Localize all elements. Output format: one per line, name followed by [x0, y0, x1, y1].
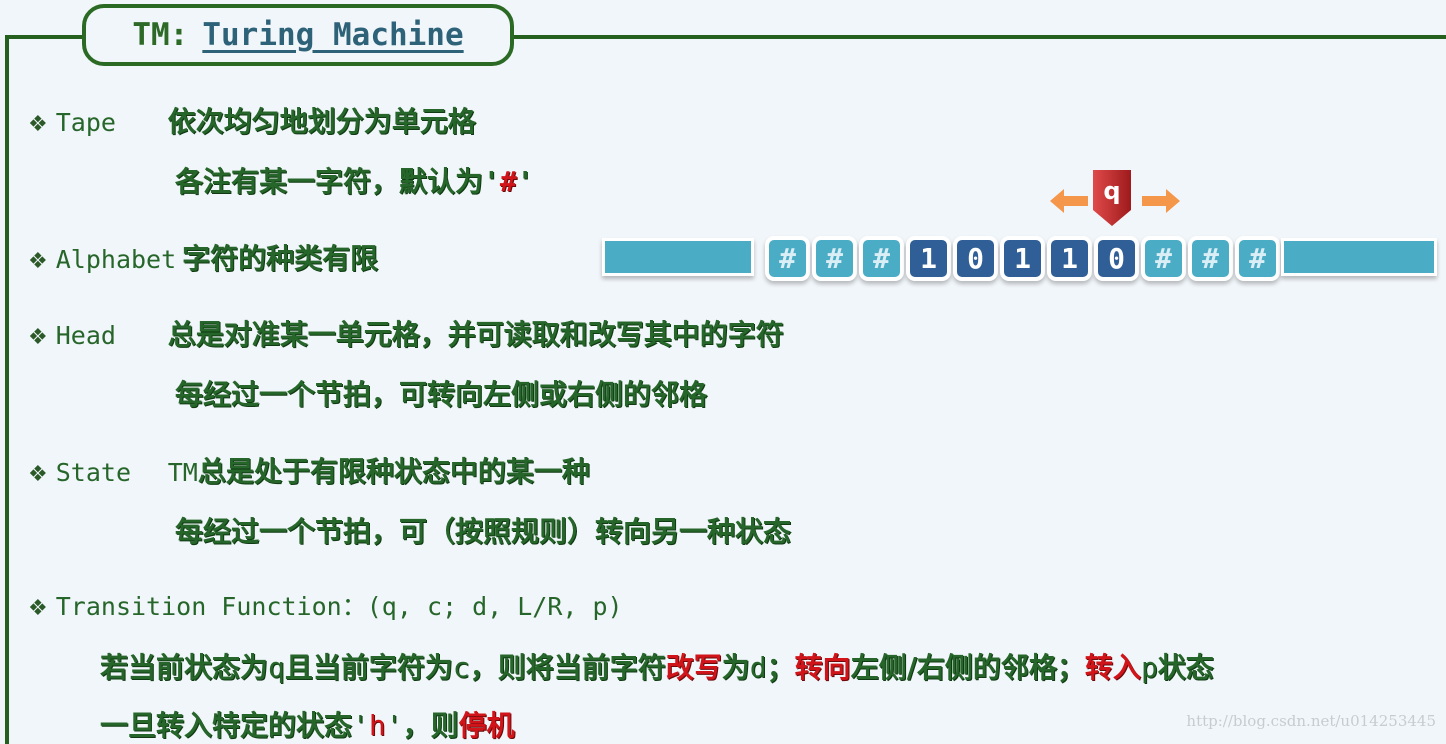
transition-text: ': [385, 709, 403, 742]
term-state: State: [55, 458, 131, 487]
transition-text: ，则将当前字符: [469, 651, 666, 684]
head-desc-2: 每经过一个节拍，可转向左侧或右侧的邻格: [175, 378, 708, 411]
tape-cell: 0: [1094, 236, 1139, 281]
transition-text: q: [268, 651, 285, 684]
tape-cell-symbol: #: [1155, 242, 1172, 275]
tape-cell-symbol: #: [1249, 242, 1266, 275]
tape-cell: #: [1235, 236, 1280, 281]
colon: ：: [341, 592, 367, 621]
tape-cell-symbol: #: [779, 242, 796, 275]
state-tm-prefix: TM: [167, 458, 198, 487]
tape-cell: #: [1141, 236, 1186, 281]
transition-text: ': [352, 709, 369, 742]
transition-desc-2: 一旦转入特定的状态 ' h ' ，则 停机: [100, 704, 515, 744]
transition-text: d: [749, 651, 767, 684]
tape-cell-symbol: #: [826, 242, 843, 275]
tape-cell-symbol: #: [1202, 242, 1219, 275]
highlight-text: 停机: [458, 709, 515, 742]
frame-left-line: [5, 35, 9, 744]
left-arrow-icon: [1050, 189, 1088, 213]
tape-desc-1: 依次均匀地划分为单元格: [167, 105, 476, 138]
tape-desc-2: 各注有某一字符，默认为: [175, 165, 484, 198]
tape-cell-symbol: 1: [1061, 242, 1078, 275]
head-desc-1: 总是对准某一单元格，并可读取和改写其中的字符: [167, 318, 784, 351]
term-head: Head: [55, 321, 116, 350]
transition-text: 状态: [1157, 651, 1214, 684]
bullet-icon: ❖: [28, 112, 48, 137]
transition-text: 左侧/右侧的邻格；: [850, 651, 1085, 684]
transition-text: p: [1140, 651, 1158, 684]
section-state-line2: 每经过一个节拍，可（按照规则）转向另一种状态: [175, 510, 791, 550]
tape-cell-symbol: #: [873, 242, 890, 275]
transition-signature: (q, c; d, L/R, p): [366, 592, 623, 621]
transition-text: 为: [721, 651, 750, 684]
head-marker: q: [1093, 170, 1131, 226]
transition-text: 若当前状态为: [100, 651, 269, 684]
transition-text: 且当前字符为: [284, 651, 453, 684]
highlight-text: h: [368, 709, 386, 742]
highlight-text: 改写: [665, 651, 722, 684]
section-tape: ❖ Tape 依次均匀地划分为单元格: [28, 100, 476, 140]
tape-cell: 1: [906, 236, 951, 281]
transition-text: 一旦转入特定的状态: [100, 709, 353, 742]
section-state: ❖ State TM 总是处于有限种状态中的某一种: [28, 450, 590, 490]
section-tape-line2: 各注有某一字符，默认为 ' # ': [175, 160, 534, 200]
title-prefix: TM:: [132, 17, 189, 53]
tape-cell-symbol: 0: [967, 242, 984, 275]
tape-cell-symbol: 0: [1108, 242, 1125, 275]
highlight-text: 转向: [794, 651, 851, 684]
tape-cell: 1: [1000, 236, 1045, 281]
tape-cell: #: [859, 236, 904, 281]
head-state-label: q: [1103, 177, 1120, 205]
term-transition: Transition Function: [55, 592, 342, 621]
tape-diagram: # # #1 0 1 1 0 # # #: [0, 232, 1446, 282]
watermark: http://blog.csdn.net/u014253445: [1186, 712, 1436, 730]
quote: ': [516, 165, 534, 198]
bullet-icon: ❖: [28, 325, 48, 350]
quote: ': [483, 165, 500, 198]
tape-cell: #: [812, 236, 857, 281]
tape-right-end: [1281, 238, 1437, 276]
transition-text: ，则: [402, 709, 459, 742]
title-box: TM: Turing Machine: [82, 4, 514, 66]
state-desc-2: 每经过一个节拍，可（按照规则）转向另一种状态: [175, 515, 792, 548]
tape-cell-symbol: 1: [1014, 242, 1031, 275]
blank-symbol: #: [499, 165, 517, 198]
title-link[interactable]: Turing Machine: [202, 17, 463, 53]
transition-desc-1: 若当前状态为 q 且当前字符为 c ，则将当前字符 改写为 d；转向 左侧/右侧的邻格； 转入 p…: [100, 646, 1214, 686]
section-head-line2: 每经过一个节拍，可转向左侧或右侧的邻格: [175, 373, 707, 413]
tape-cell: 1: [1047, 236, 1092, 281]
state-desc-1: 总是处于有限种状态中的某一种: [197, 455, 590, 488]
transition-text: c: [452, 651, 470, 684]
bullet-icon: ❖: [28, 596, 48, 621]
tape-cell: 0: [953, 236, 998, 281]
tape-left-end: [602, 238, 754, 276]
transition-text: ；: [766, 651, 795, 684]
bullet-icon: ❖: [28, 462, 48, 487]
section-head: ❖ Head 总是对准某一单元格，并可读取和改写其中的字符: [28, 313, 784, 353]
tape-cell-symbol: 1: [920, 242, 937, 275]
term-tape: Tape: [55, 108, 116, 137]
tape-cell: #: [765, 236, 810, 281]
tape-cell: #: [1188, 236, 1233, 281]
section-transition: ❖ Transition Function ： (q, c; d, L/R, p…: [28, 587, 623, 623]
right-arrow-icon: [1142, 189, 1180, 213]
highlight-text: 转入: [1084, 651, 1141, 684]
